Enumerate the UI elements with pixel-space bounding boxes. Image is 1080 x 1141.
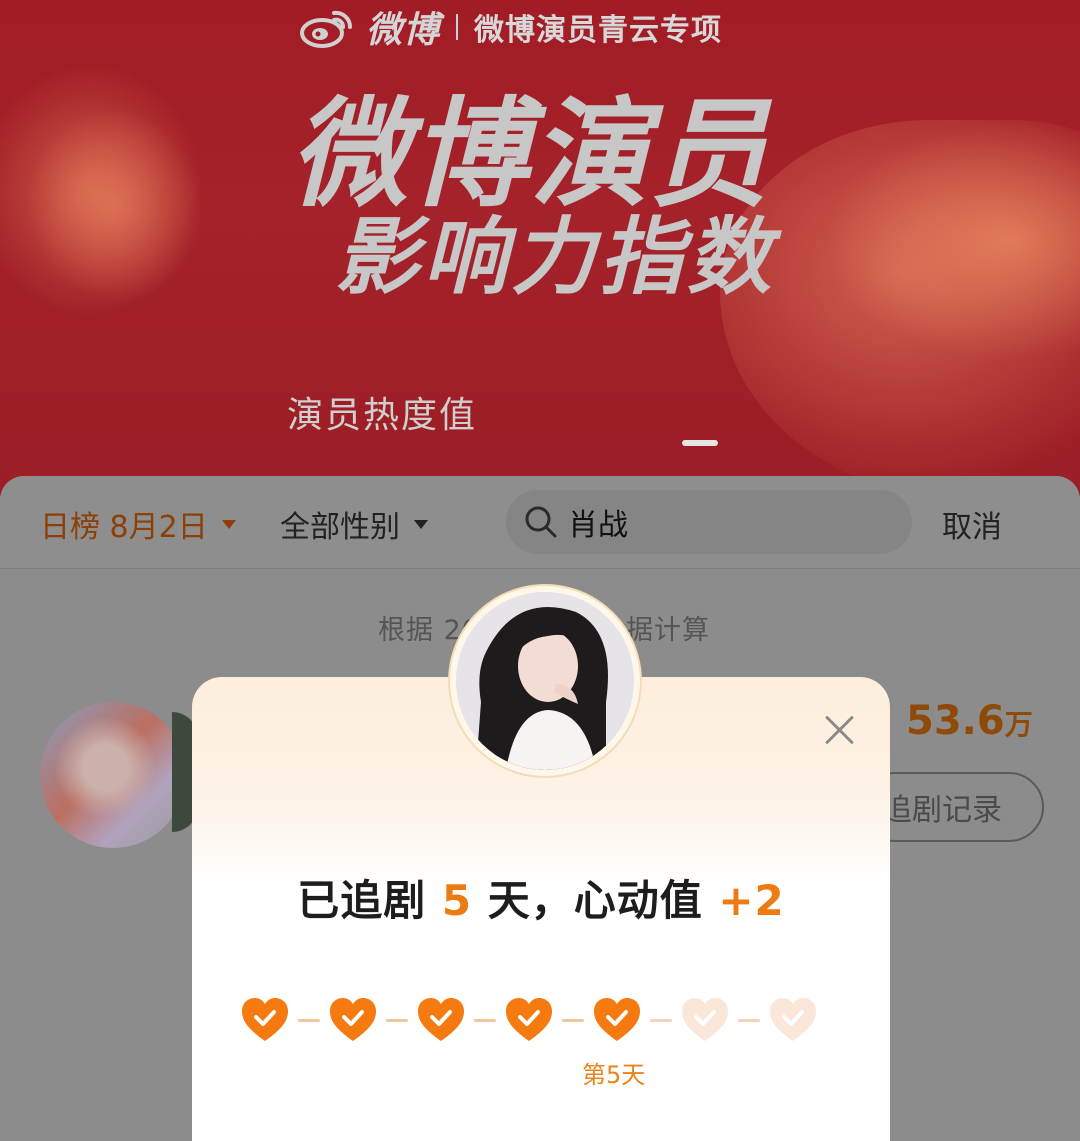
actor-score-unit: 万 (1004, 708, 1033, 741)
progress-connector (738, 1018, 760, 1022)
brand-name: 微博 (366, 10, 441, 51)
heart-progress (240, 995, 818, 1045)
filter-bar: 日榜 8月2日 全部性别 取消 (0, 476, 1080, 569)
weibo-logo-icon (300, 10, 353, 48)
tab-actor-heat[interactable]: 演员热度值 (287, 386, 477, 438)
headline-prefix: 已追剧 (297, 876, 427, 925)
avatar-photo (456, 592, 634, 770)
progress-connector (298, 1018, 320, 1022)
heart-pending-icon (770, 998, 816, 1041)
brand-subtitle: 微博演员青云专项 (474, 13, 723, 48)
close-icon[interactable] (822, 713, 856, 747)
heart-pending-icon (682, 998, 728, 1041)
heart-bonus: +2 (718, 876, 785, 925)
days-count: 5 (441, 876, 473, 925)
cancel-button[interactable]: 取消 (942, 502, 1002, 546)
date-filter-dropdown[interactable]: 日榜 8月2日 (40, 502, 236, 546)
heart-checked-icon (506, 998, 552, 1041)
brand-divider (456, 14, 459, 40)
heart-checked-icon (418, 998, 464, 1041)
progress-connector (562, 1018, 584, 1022)
actor-avatar[interactable] (40, 702, 186, 848)
current-day-label: 第5天 (582, 1061, 646, 1089)
date-filter-label: 日榜 8月2日 (40, 510, 208, 545)
caret-down-icon (221, 519, 236, 529)
gender-filter-dropdown[interactable]: 全部性别 (280, 502, 428, 546)
banner-title-line2: 影响力指数 (335, 208, 776, 306)
progress-connector (650, 1018, 672, 1022)
carousel-indicator (682, 440, 718, 446)
heart-checked-icon (330, 998, 376, 1041)
avatar-portrait-icon (456, 592, 634, 770)
caret-down-icon (414, 519, 428, 529)
search-box[interactable] (506, 490, 912, 554)
calculation-note-end: 据计算 (625, 615, 710, 646)
banner-star-decoration (3, 85, 227, 325)
heart-checked-icon (594, 998, 640, 1041)
progress-connector (386, 1018, 408, 1022)
modal-headline: 已追剧 5 天，心动值 +2 (192, 867, 890, 928)
search-input[interactable] (566, 503, 870, 541)
gender-filter-label: 全部性别 (280, 510, 400, 545)
brand-header: 微博 微博演员青云专项 (300, 4, 723, 51)
actor-score: 53.6万 (906, 698, 1033, 744)
modal-avatar (450, 586, 640, 776)
search-icon (525, 506, 557, 538)
actor-score-value: 53.6 (906, 698, 1005, 744)
watch-record-label: 追剧记录 (882, 793, 1002, 828)
progress-connector (474, 1018, 496, 1022)
banner: 微博 微博演员青云专项 微博演员 影响力指数 演员热度值 (0, 0, 1080, 500)
headline-mid: 天，心动值 (487, 876, 703, 925)
heart-checked-icon (242, 998, 288, 1041)
